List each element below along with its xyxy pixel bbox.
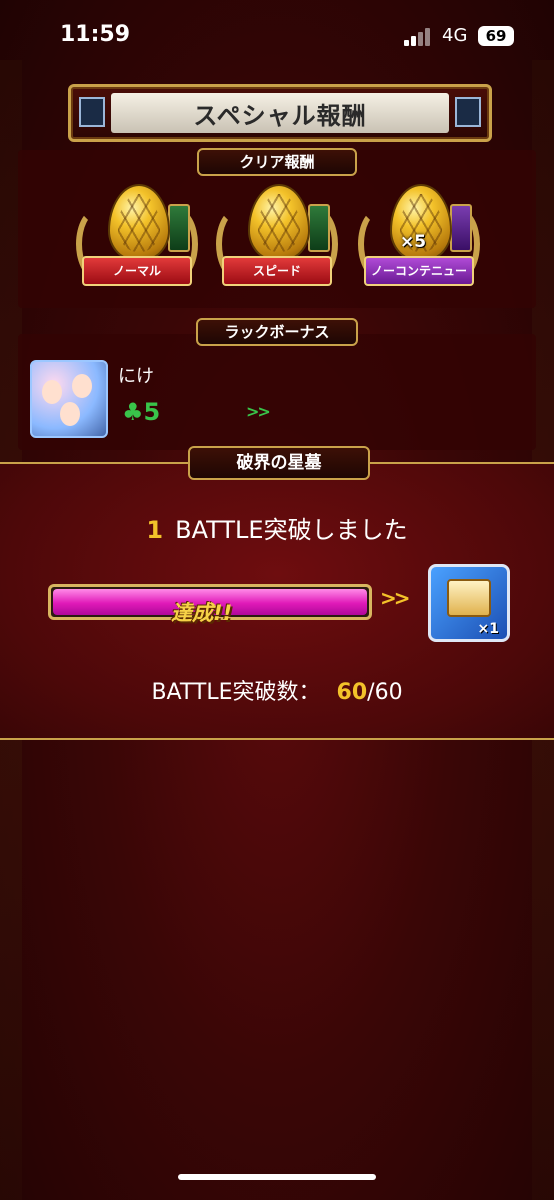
clover-icon: ♣ xyxy=(122,398,144,426)
status-bar: 11:59 4G 69 xyxy=(0,0,554,72)
network-type: 4G xyxy=(442,25,468,46)
battery-icon: 69 xyxy=(478,26,514,46)
reward-ribbon: ノーマル xyxy=(82,256,192,286)
page-title: スペシャル報酬 xyxy=(193,101,367,130)
clear-rewards-label: クリア報酬 xyxy=(197,148,357,176)
battle-count-current: 60 xyxy=(336,680,368,705)
battle-count: BATTLE突破数： 60/60 xyxy=(0,674,554,706)
arrow-right-icon: >> xyxy=(380,586,410,610)
reward-ribbon: ノーコンテニュー xyxy=(364,256,474,286)
gold-egg-icon xyxy=(108,184,170,262)
character-avatar[interactable] xyxy=(30,360,108,438)
character-name: にけ xyxy=(118,366,154,387)
battle-number: 1 xyxy=(146,516,164,544)
battle-cleared-message: 1 BATTLE突破しました xyxy=(0,510,554,545)
progress-complete-label: 達成!! xyxy=(171,601,233,625)
status-time: 11:59 xyxy=(60,22,131,47)
card-tab-icon xyxy=(308,204,330,252)
reward-speed[interactable]: スピード xyxy=(212,176,342,296)
luck-number: 5 xyxy=(143,398,161,426)
reward-scroll-item[interactable]: ×1 xyxy=(428,564,510,642)
signal-icon xyxy=(404,28,434,46)
banner-corner-right xyxy=(455,97,481,127)
reward-multiplier: ×5 xyxy=(400,232,427,252)
banner-corner-left xyxy=(79,97,105,127)
star-tomb-label: 破界の星墓 xyxy=(188,446,370,480)
home-indicator[interactable] xyxy=(178,1174,376,1180)
luck-bonus-label: ラックボーナス xyxy=(196,318,358,346)
luck-value: ♣5 xyxy=(122,398,160,426)
reward-no-continue[interactable]: ×5 ノーコンテニュー xyxy=(354,176,484,296)
gold-egg-icon xyxy=(248,184,310,262)
arrow-right-icon: >> xyxy=(246,402,271,421)
battle-count-total: /60 xyxy=(367,680,403,705)
battle-text: BATTLE突破しました xyxy=(175,516,408,544)
title-banner: スペシャル報酬 xyxy=(68,84,492,142)
progress-bar: 達成!! xyxy=(48,584,372,625)
battle-count-label: BATTLE突破数： xyxy=(151,680,321,705)
card-tab-icon xyxy=(450,204,472,252)
reward-ribbon: スピード xyxy=(222,256,332,286)
scroll-icon xyxy=(447,579,491,617)
reward-normal[interactable]: ノーマル xyxy=(72,176,202,296)
reward-quantity: ×1 xyxy=(477,621,499,637)
card-tab-icon xyxy=(168,204,190,252)
